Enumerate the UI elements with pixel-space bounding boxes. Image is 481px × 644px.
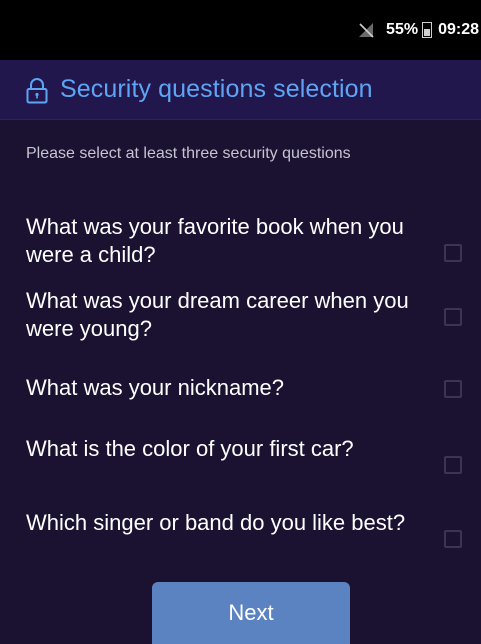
lock-icon: [26, 77, 48, 104]
question-row[interactable]: What was your dream career when you were…: [0, 285, 481, 347]
question-label: Which singer or band do you like best?: [26, 510, 406, 535]
question-row[interactable]: What is the color of your first car?: [0, 433, 481, 495]
no-signal-icon: [358, 22, 374, 38]
question-row[interactable]: What was your favorite book when you wer…: [0, 211, 481, 273]
question-label: What is the color of your first car?: [26, 436, 354, 461]
battery-percentage: 55%: [386, 21, 419, 38]
question-checkbox[interactable]: [444, 530, 462, 548]
questions-panel: Please select at least three security qu…: [0, 121, 481, 644]
next-button[interactable]: Next: [152, 582, 350, 644]
question-label: What was your nickname?: [26, 375, 284, 400]
status-bar: 55% 09:28: [0, 0, 481, 60]
battery-icon: [422, 22, 433, 38]
page-title: Security questions selection: [60, 75, 373, 103]
instruction-text: Please select at least three security qu…: [26, 145, 351, 162]
question-checkbox[interactable]: [444, 308, 462, 326]
question-checkbox[interactable]: [444, 456, 462, 474]
question-label: What was your dream career when you were…: [26, 288, 409, 341]
question-checkbox[interactable]: [444, 380, 462, 398]
question-row[interactable]: Which singer or band do you like best?: [0, 507, 481, 569]
question-label: What was your favorite book when you wer…: [26, 214, 404, 267]
question-checkbox[interactable]: [444, 244, 462, 262]
page-header: Security questions selection: [0, 60, 481, 120]
clock-time: 09:28: [438, 21, 479, 38]
question-row[interactable]: What was your nickname?: [0, 359, 481, 421]
